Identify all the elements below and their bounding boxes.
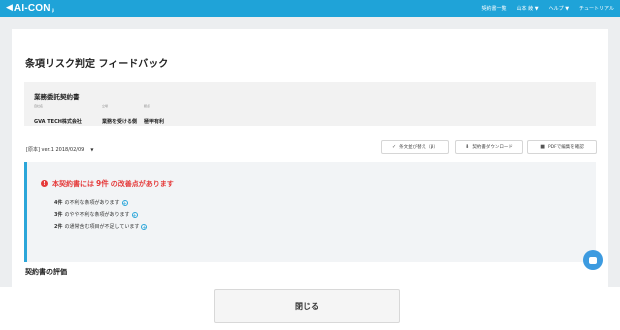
chevron-down-icon: ▼ [565, 6, 570, 12]
chat-icon [589, 256, 597, 264]
expand-plus-icon[interactable]: + [141, 223, 148, 231]
page-title: 条項リスク判定 フィードバック [25, 59, 169, 70]
party-label: 自社名 [34, 104, 44, 108]
party-company: 自社名 GVA TECH株式会社 [34, 104, 82, 127]
version-value: [原本] ver.1 2018/02/09 [26, 147, 85, 153]
party-position: 立場 業務を受ける側 [102, 104, 137, 127]
nav-tutorial-link[interactable]: チュートリアル [579, 5, 614, 12]
download-icon: ⬇ [465, 144, 470, 150]
sort-clauses-button[interactable]: ✓ 条文並び替え（β） [381, 140, 449, 154]
issue-count: 2件 [54, 224, 63, 230]
party-value: GVA TECH株式会社 [34, 119, 82, 125]
issue-text: の不利な条項があります [64, 200, 120, 206]
help-label: ヘルプ [548, 6, 564, 12]
top-header: ◀ AI-CON β 契約書一覧 山本 綾 ▼ ヘルプ ▼ チュートリアル [0, 0, 620, 17]
pdf-label: PDFで編集を確認 [547, 145, 584, 150]
party-value: 業務を受ける側 [102, 119, 138, 125]
chat-support-button[interactable] [583, 250, 603, 270]
alert-text: 本契約書には 9件 の改善点があります [52, 178, 174, 189]
evaluation-section-title: 契約書の評価 [25, 268, 67, 276]
document-icon: ■ [540, 144, 545, 150]
issue-text: の通常含む項目が不足しています [64, 224, 140, 230]
nav-contracts-link[interactable]: 契約書一覧 [482, 5, 507, 12]
modal-frame: 条項リスク判定 フィードバック 業務委託契約書 自社名 GVA TECH株式会社… [0, 17, 620, 287]
logo-icon: ◀ [6, 3, 13, 13]
chevron-down-icon: ▼ [90, 147, 94, 152]
logo-text: AI-CON [13, 3, 51, 14]
party-value: 極甲有利 [144, 119, 165, 125]
alert-heading: ! 本契約書には 9件 の改善点があります [41, 178, 174, 189]
issues-alert: ! 本契約書には 9件 の改善点があります 4件 の不利な条項があります + 3件 のや… [24, 162, 596, 262]
logo[interactable]: ◀ AI-CON β [6, 3, 54, 14]
alert-icon: ! [41, 180, 48, 187]
party-label: 立場 [102, 104, 109, 108]
party-label: 観点 [144, 104, 151, 108]
version-select[interactable]: [原本] ver.1 2018/02/09 ▼ [26, 146, 93, 153]
chevron-down-icon: ▼ [534, 6, 539, 12]
issue-count: 4件 [54, 200, 63, 206]
download-label: 契約書ダウンロード [472, 145, 513, 150]
logo-beta: β [51, 7, 55, 13]
issue-text: のやや不利な条項があります [64, 212, 130, 218]
party-viewpoint: 観点 極甲有利 [144, 104, 164, 127]
top-nav: 契約書一覧 山本 綾 ▼ ヘルプ ▼ チュートリアル [482, 5, 614, 12]
issue-row: 2件 の通常含む項目が不足しています + [54, 223, 148, 231]
expand-plus-icon[interactable]: + [131, 211, 138, 219]
download-button[interactable]: ⬇ 契約書ダウンロード [455, 140, 523, 154]
check-icon: ✓ [391, 144, 397, 150]
alert-prefix: 本契約書には [52, 180, 94, 188]
pdf-button[interactable]: ■ PDFで編集を確認 [527, 140, 597, 154]
user-name: 山本 綾 [516, 6, 534, 12]
document-title: 業務委託契約書 [34, 93, 80, 101]
issue-row: 3件 のやや不利な条項があります + [54, 211, 138, 219]
expand-plus-icon[interactable]: + [121, 199, 128, 207]
issue-row: 4件 の不利な条項があります + [54, 199, 128, 207]
alert-count: 9件 [96, 179, 109, 188]
close-button[interactable]: 閉じる [214, 289, 400, 323]
issue-count: 3件 [54, 212, 63, 218]
document-card: 業務委託契約書 自社名 GVA TECH株式会社 立場 業務を受ける側 観点 極… [24, 82, 596, 126]
feedback-panel: 条項リスク判定 フィードバック 業務委託契約書 自社名 GVA TECH株式会社… [12, 29, 608, 287]
nav-user-menu[interactable]: 山本 綾 ▼ [517, 5, 539, 12]
alert-suffix: の改善点があります [110, 180, 174, 188]
sort-clauses-label: 条文並び替え（β） [399, 145, 439, 150]
nav-help-menu[interactable]: ヘルプ ▼ [549, 5, 569, 12]
